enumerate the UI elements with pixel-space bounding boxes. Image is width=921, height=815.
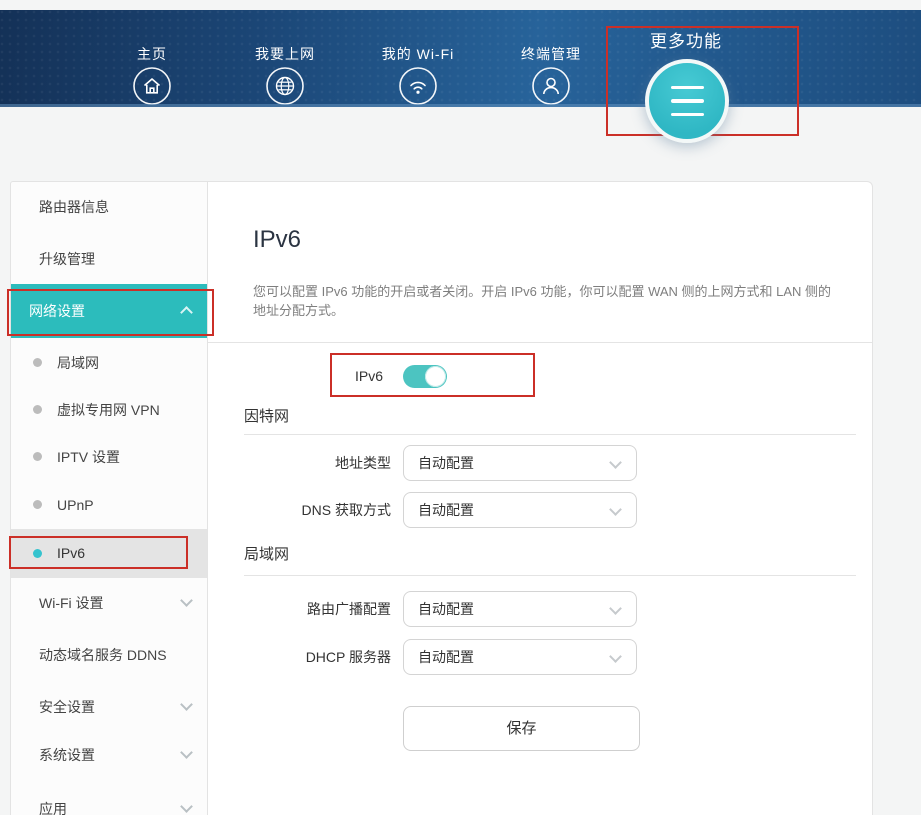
wifi-icon [398, 66, 438, 106]
dns-mode-select[interactable]: 自动配置 [403, 492, 637, 528]
dhcp-server-label: DHCP 服务器 [208, 639, 391, 675]
router-admin-page: 主页 我要上网 我的 Wi-Fi [0, 0, 921, 815]
chevron-down-icon [609, 503, 622, 516]
chevron-down-icon [180, 594, 193, 607]
sidebar-item-upgrade[interactable]: 升级管理 [11, 249, 207, 269]
toggle-knob [425, 366, 446, 387]
more-menu-button[interactable] [645, 59, 729, 143]
nav-item-wifi[interactable]: 我的 Wi-Fi [358, 46, 478, 106]
page-description: 您可以配置 IPv6 功能的开启或者关闭。开启 IPv6 功能，你可以配置 WA… [253, 282, 842, 320]
save-button[interactable]: 保存 [403, 706, 640, 751]
chevron-down-icon [609, 602, 622, 615]
sidebar-item-vpn[interactable]: 虚拟专用网 VPN [11, 400, 207, 420]
address-type-row: 地址类型 自动配置 [208, 445, 872, 481]
user-icon [531, 66, 571, 106]
sidebar-item-ipv6[interactable]: IPv6 [11, 529, 207, 578]
nav-internet-label: 我要上网 [255, 46, 315, 62]
nav-item-internet[interactable]: 我要上网 [225, 46, 345, 106]
sidebar-item-iptv[interactable]: IPTV 设置 [11, 447, 207, 467]
sidebar-item-wifi-settings[interactable]: Wi-Fi 设置 [11, 593, 207, 613]
chevron-down-icon [180, 800, 193, 813]
chevron-down-icon [180, 746, 193, 759]
sidebar-item-upnp[interactable]: UPnP [11, 495, 207, 515]
ipv6-toggle-label: IPv6 [303, 366, 383, 386]
router-advert-label: 路由广播配置 [208, 591, 391, 627]
menu-icon [671, 99, 704, 103]
nav-item-devices[interactable]: 终端管理 [491, 46, 611, 106]
ipv6-toggle[interactable] [403, 365, 447, 388]
home-icon [132, 66, 172, 106]
sidebar-item-apps[interactable]: 应用 [11, 799, 207, 815]
divider [208, 342, 872, 343]
main-panel: IPv6 您可以配置 IPv6 功能的开启或者关闭。开启 IPv6 功能，你可以… [208, 181, 873, 815]
sidebar-item-network-settings[interactable]: 网络设置 [11, 284, 207, 338]
divider [244, 434, 856, 435]
chevron-up-icon [180, 306, 193, 319]
sidebar-item-system[interactable]: 系统设置 [11, 745, 207, 765]
bullet-dot [33, 405, 42, 414]
sidebar-item-lan[interactable]: 局域网 [11, 353, 207, 373]
active-bullet-dot [33, 549, 42, 558]
top-nav: 主页 我要上网 我的 Wi-Fi [0, 10, 921, 107]
sidebar-item-router-info[interactable]: 路由器信息 [11, 197, 207, 217]
dns-mode-label: DNS 获取方式 [208, 492, 391, 528]
sidebar-item-security[interactable]: 安全设置 [11, 697, 207, 717]
address-type-select[interactable]: 自动配置 [403, 445, 637, 481]
divider [244, 575, 856, 576]
dns-mode-row: DNS 获取方式 自动配置 [208, 492, 872, 528]
chevron-down-icon [609, 650, 622, 663]
router-advert-select[interactable]: 自动配置 [403, 591, 637, 627]
nav-item-home[interactable]: 主页 [92, 46, 212, 106]
menu-icon [671, 113, 704, 117]
bullet-dot [33, 500, 42, 509]
menu-icon [671, 86, 704, 90]
chevron-down-icon [609, 456, 622, 469]
nav-wifi-label: 我的 Wi-Fi [382, 46, 455, 62]
page-title: IPv6 [253, 226, 301, 254]
dhcp-server-select[interactable]: 自动配置 [403, 639, 637, 675]
bullet-dot [33, 452, 42, 461]
nav-devices-label: 终端管理 [521, 46, 581, 62]
chevron-down-icon [180, 698, 193, 711]
lan-section-heading: 局域网 [244, 545, 289, 565]
globe-icon [265, 66, 305, 106]
internet-section-heading: 因特网 [244, 407, 289, 427]
nav-home-label: 主页 [137, 46, 167, 62]
sidebar-item-ddns[interactable]: 动态域名服务 DDNS [11, 645, 207, 665]
sidebar: 路由器信息 升级管理 网络设置 局域网 虚拟专用网 VPN IPTV 设置 UP… [10, 181, 208, 815]
dhcp-server-row: DHCP 服务器 自动配置 [208, 639, 872, 675]
nav-more-label: 更多功能 [616, 27, 756, 52]
bullet-dot [33, 358, 42, 367]
router-advert-row: 路由广播配置 自动配置 [208, 591, 872, 627]
address-type-label: 地址类型 [208, 445, 391, 481]
